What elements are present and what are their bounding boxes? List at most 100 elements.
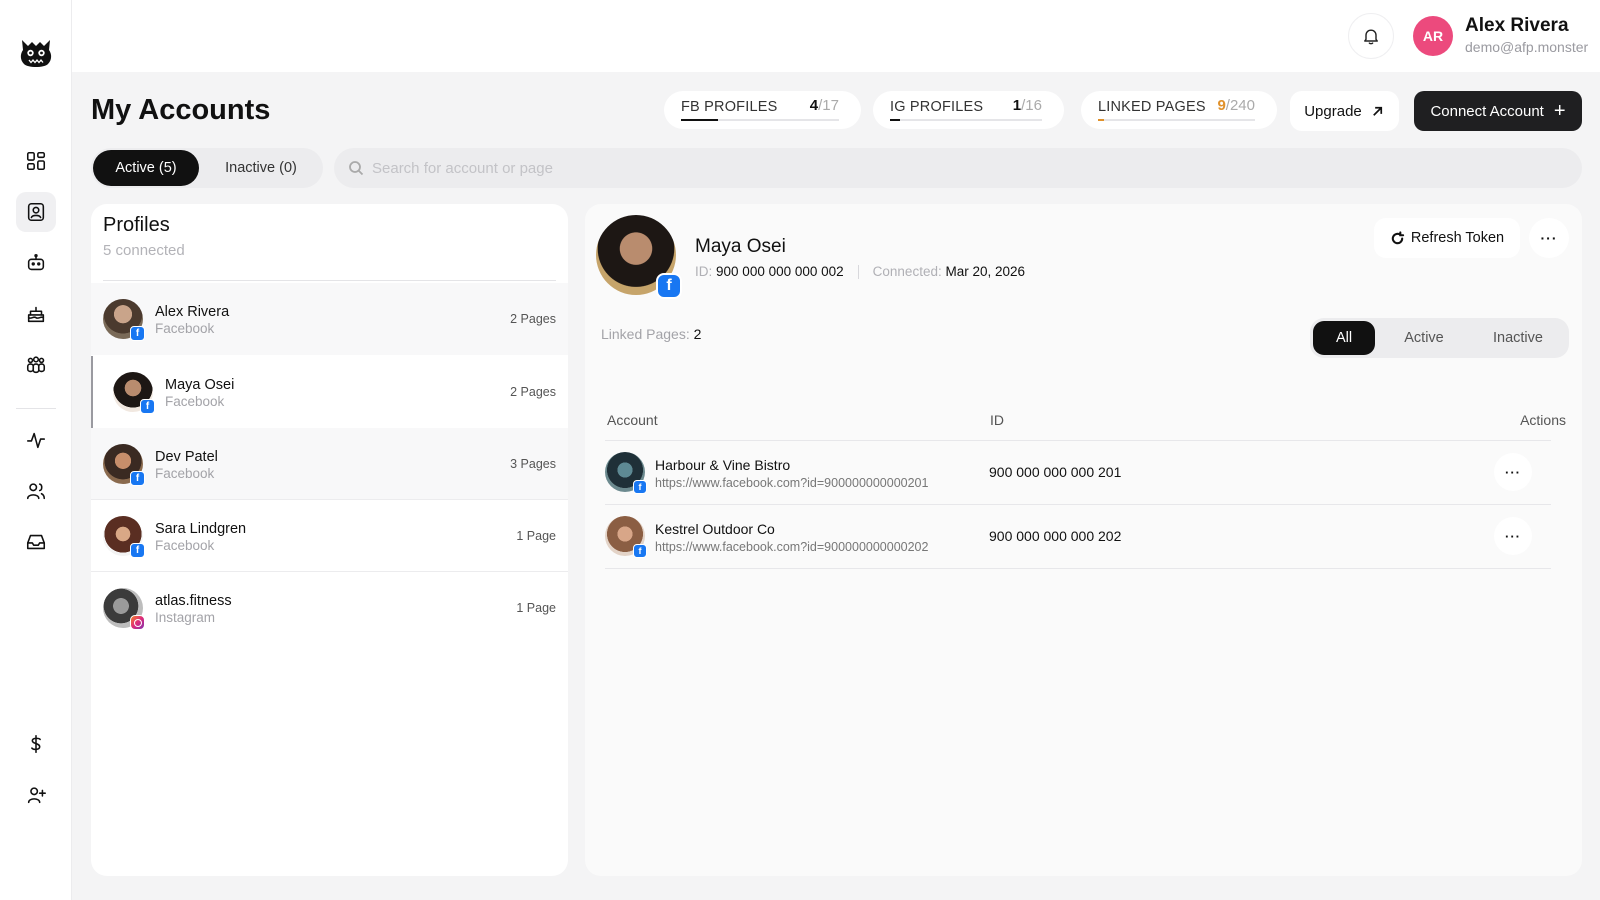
table-row[interactable]: f Harbour & Vine Bistro https://www.face…	[605, 440, 1551, 504]
detail-meta: ID: 900 000 000 000 002 Connected: Mar 2…	[695, 264, 1025, 279]
tab-active[interactable]: Active (5)	[93, 150, 199, 186]
profiles-divider	[103, 280, 556, 281]
plus-icon: +	[1553, 100, 1566, 122]
refresh-icon	[1391, 230, 1405, 244]
connected-label: Connected:	[872, 264, 942, 279]
search-input[interactable]	[372, 148, 1562, 188]
profiles-panel: Profiles 5 connected f Alex Rivera Faceb…	[91, 204, 568, 876]
sidebar	[0, 0, 72, 900]
profile-pages-count: 1 Page	[516, 529, 556, 543]
dollar-icon	[31, 734, 41, 754]
activity-icon	[26, 432, 46, 449]
page-url[interactable]: https://www.facebook.com?id=900000000000…	[655, 540, 928, 554]
page-name: Harbour & Vine Bistro	[655, 457, 791, 473]
col-header-id: ID	[990, 412, 1004, 428]
profile-name: Dev Patel	[155, 449, 218, 465]
facebook-icon: f	[130, 471, 145, 486]
profiles-count: 5 connected	[103, 242, 185, 259]
stat-ig-profiles: IG PROFILES 1/16	[873, 91, 1064, 129]
nav-divider	[16, 408, 56, 409]
col-header-actions: Actions	[1520, 412, 1566, 428]
bell-icon	[1364, 29, 1378, 45]
stat-progress-track	[681, 119, 839, 121]
facebook-icon: f	[140, 399, 155, 414]
profile-row[interactable]: f Alex Rivera Facebook 2 Pages	[91, 283, 568, 355]
nav-bot[interactable]	[16, 243, 56, 283]
detail-name: Maya Osei	[695, 236, 786, 257]
add-user-icon	[27, 787, 46, 804]
status-tabs: Active (5) Inactive (0)	[91, 148, 323, 188]
profile-name: Alex Rivera	[155, 304, 230, 320]
facebook-icon: f	[633, 480, 647, 494]
page-avatar: f	[605, 452, 647, 494]
page-avatar: f	[605, 516, 647, 558]
row-actions-button[interactable]: ···	[1494, 517, 1532, 555]
profile-platform: Facebook	[155, 538, 215, 553]
stat-label: IG PROFILES	[890, 99, 984, 115]
page-url[interactable]: https://www.facebook.com?id=900000000000…	[655, 476, 928, 490]
stat-label: FB PROFILES	[681, 99, 778, 115]
profile-pages-count: 1 Page	[516, 601, 556, 615]
group-icon	[26, 356, 46, 374]
id-label: ID:	[695, 264, 713, 279]
profile-pages-count: 2 Pages	[510, 312, 556, 326]
profile-avatar: f	[113, 372, 155, 414]
stat-value: 4/17	[809, 97, 839, 114]
meta-divider	[857, 264, 859, 279]
profile-avatar: f	[103, 444, 145, 486]
nav-inbox[interactable]	[16, 522, 56, 562]
profile-name: Sara Lindgren	[155, 521, 247, 537]
profile-row[interactable]: f Sara Lindgren Facebook 1 Page	[91, 500, 568, 572]
profile-platform: Facebook	[155, 466, 215, 481]
refresh-label: Refresh Token	[1410, 230, 1505, 246]
filter-inactive[interactable]: Inactive	[1470, 321, 1566, 355]
page-filter-tabs: All Active Inactive	[1310, 318, 1569, 358]
stat-progress-fill	[681, 119, 719, 121]
notifications-button[interactable]	[1348, 13, 1394, 59]
stat-fb-profiles: FB PROFILES 4/17	[664, 91, 861, 129]
profiles-title: Profiles	[103, 214, 170, 236]
filter-active[interactable]: Active	[1380, 321, 1468, 355]
stat-progress-fill	[1098, 119, 1104, 121]
detail-avatar: f	[596, 215, 682, 299]
linked-pages-summary: Linked Pages: 2	[601, 326, 701, 342]
user-name: Alex Rivera	[1465, 15, 1569, 36]
nav-cake[interactable]	[16, 294, 56, 334]
connect-account-button[interactable]: Connect Account +	[1414, 91, 1582, 131]
filter-all[interactable]: All	[1313, 321, 1375, 355]
arrow-up-right-icon	[1372, 106, 1382, 116]
nav-billing[interactable]	[16, 724, 56, 764]
nav-dashboard[interactable]	[16, 141, 56, 181]
row-actions-button[interactable]: ···	[1494, 453, 1532, 491]
nav-activity[interactable]	[16, 420, 56, 460]
user-email: demo@afp.monster	[1465, 39, 1589, 55]
detail-more-button[interactable]: ···	[1529, 218, 1569, 258]
profile-detail-panel: f Maya Osei ID: 900 000 000 000 002 Conn…	[585, 204, 1582, 876]
facebook-icon: f	[130, 326, 145, 341]
profile-avatar: f	[103, 299, 145, 341]
table-row[interactable]: f Kestrel Outdoor Co https://www.faceboo…	[605, 504, 1551, 568]
profile-row[interactable]: atlas.fitness Instagram 1 Page	[91, 572, 568, 644]
nav-groups[interactable]	[16, 345, 56, 385]
dashboard-icon	[26, 151, 46, 171]
refresh-token-button[interactable]: Refresh Token	[1374, 218, 1520, 258]
profile-avatar: f	[103, 516, 145, 558]
inbox-icon	[26, 534, 46, 550]
stat-value: 9/240	[1217, 97, 1255, 114]
profile-platform: Facebook	[165, 394, 225, 409]
profile-row-selected[interactable]: f Maya Osei Facebook 2 Pages	[91, 356, 568, 428]
users-icon	[26, 483, 46, 500]
profile-platform: Instagram	[155, 610, 216, 625]
profile-row[interactable]: f Dev Patel Facebook 3 Pages	[91, 428, 568, 500]
nav-users[interactable]	[16, 471, 56, 511]
monster-logo-icon[interactable]	[18, 36, 54, 70]
page-id: 900 000 000 000 201	[989, 464, 1122, 480]
instagram-icon	[130, 615, 145, 630]
search-icon	[349, 161, 364, 176]
tab-inactive[interactable]: Inactive (0)	[203, 150, 319, 186]
upgrade-button[interactable]: Upgrade	[1290, 91, 1399, 131]
nav-accounts[interactable]	[16, 192, 56, 232]
user-avatar[interactable]: AR	[1413, 16, 1453, 56]
nav-add-user[interactable]	[16, 775, 56, 815]
connect-label: Connect Account	[1430, 102, 1544, 120]
